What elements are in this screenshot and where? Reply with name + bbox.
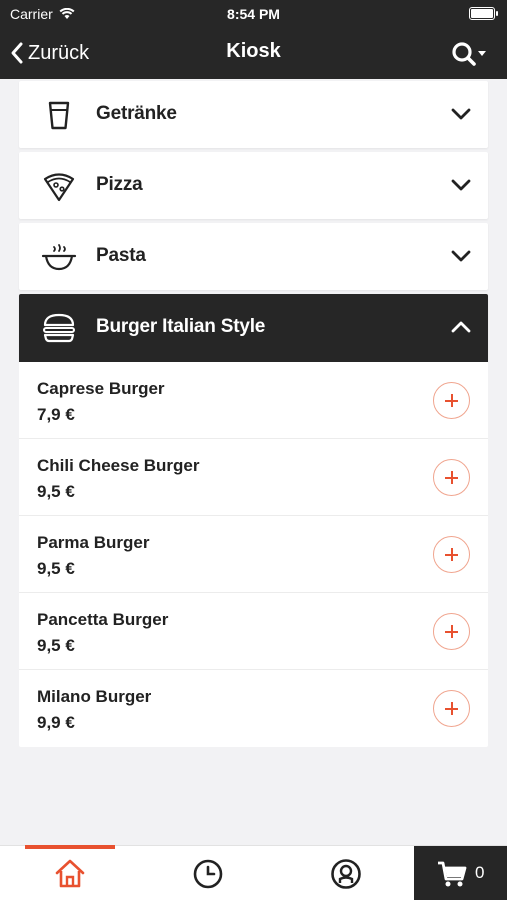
add-item-button[interactable] [433,536,470,573]
list-item: Parma Burger 9,5 € [19,516,488,593]
cart-icon [438,861,467,887]
battery-icon [469,7,498,20]
cart-button[interactable]: 0 [414,846,507,900]
item-name: Milano Burger [37,687,152,706]
search-button[interactable] [449,39,491,69]
item-price: 9,9 € [37,713,75,732]
item-price: 9,5 € [37,482,75,501]
clock-icon [193,859,223,889]
pizza-slice-icon [43,173,75,202]
chevron-up-icon [451,321,471,333]
burger-icon [43,313,75,343]
tab-home[interactable] [20,845,120,900]
cart-count: 0 [475,863,485,882]
item-name: Chili Cheese Burger [37,456,200,475]
home-icon [55,859,85,888]
list-item: Chili Cheese Burger 9,5 € [19,439,488,516]
bottom-tab-bar: 0 [0,845,507,900]
category-label: Pizza [96,174,143,195]
category-label: Burger Italian Style [96,316,266,337]
chevron-down-icon [451,108,471,120]
chevron-down-icon [451,250,471,262]
category-burger-italian-style[interactable]: Burger Italian Style [19,294,488,362]
item-price: 7,9 € [37,405,75,424]
category-label: Getränke [96,103,177,124]
category-pasta[interactable]: Pasta [19,223,488,290]
item-price: 9,5 € [37,559,75,578]
item-name: Caprese Burger [37,379,165,398]
chevron-down-icon [451,179,471,191]
tab-history[interactable] [158,846,258,900]
status-time: 8:54 PM [227,6,280,22]
add-item-button[interactable] [433,690,470,727]
user-icon [331,859,361,889]
item-name: Parma Burger [37,533,150,552]
add-item-button[interactable] [433,613,470,650]
cup-icon [48,101,70,130]
item-name: Pancetta Burger [37,610,169,629]
page-title: Kiosk [226,40,281,62]
pasta-bowl-icon [41,244,77,271]
burger-items-list: Caprese Burger 7,9 € Chili Cheese Burger… [19,362,488,747]
status-bar: Carrier 8:54 PM [0,0,507,28]
add-item-button[interactable] [433,459,470,496]
category-pizza[interactable]: Pizza [19,152,488,219]
chevron-down-icon [478,51,486,56]
item-price: 9,5 € [37,636,75,655]
category-label: Pasta [96,245,146,266]
active-tab-indicator [25,845,115,849]
list-item: Caprese Burger 7,9 € [19,362,488,439]
category-getraenke[interactable]: Getränke [19,81,488,148]
list-item: Milano Burger 9,9 € [19,670,488,747]
tab-profile[interactable] [296,846,396,900]
list-item: Pancetta Burger 9,5 € [19,593,488,670]
add-item-button[interactable] [433,382,470,419]
search-icon [452,42,486,66]
app-header: Carrier 8:54 PM Zurück Kiosk [0,0,507,79]
